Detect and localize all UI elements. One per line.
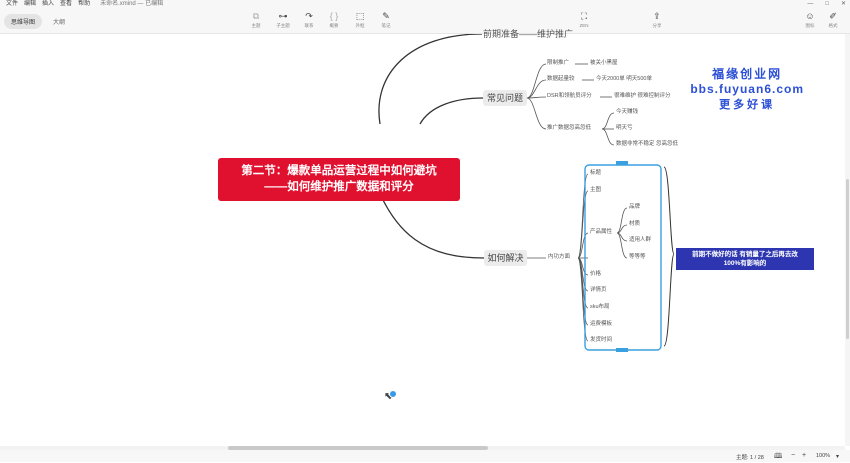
menu-help[interactable]: 帮助 <box>78 0 90 9</box>
summary-button[interactable]: { } 概要 <box>321 11 347 29</box>
toolbar: 思维导图 大纲 ⧉ 主题 ⊶ 子主题 ↷ 联系 { } 概要 ⬚ 外框 ✎ 笔记… <box>0 9 850 34</box>
topic-icon: ⧉ <box>252 11 260 21</box>
zoom-in-icon[interactable]: + <box>802 452 806 459</box>
minimize-icon[interactable]: — <box>807 0 813 9</box>
zoom-out-icon[interactable]: − <box>791 452 795 459</box>
note-button[interactable]: ✎ 笔记 <box>373 11 399 29</box>
issue-dsr-score-detail[interactable]: 很难维护 很难控制评分 <box>614 93 671 100</box>
issue-dsr-score[interactable]: DSR和领航员评分 <box>547 93 592 100</box>
fullscreen-icon: ⛶ <box>580 11 588 21</box>
summary-topic[interactable]: 前期不做好的话 有销量了之后再去改 100%有影响的 <box>676 248 814 270</box>
watermark: 福缘创业网 bbs.fuyuan6.com 更多好课 <box>690 67 804 111</box>
issue-limit-promotion-detail[interactable]: 被关小黑屋 <box>590 60 618 67</box>
close-icon[interactable]: ✕ <box>841 0 846 9</box>
fluctuation-loss-tomorrow[interactable]: 明天亏 <box>616 125 633 132</box>
solve-item-title[interactable]: 标题 <box>590 170 601 177</box>
vertical-scroll-thumb[interactable] <box>846 179 849 339</box>
subtopic-button[interactable]: ⊶ 子主题 <box>270 11 296 29</box>
solve-item-main-image[interactable]: 主图 <box>590 187 601 194</box>
attr-target-group[interactable]: 适用人群 <box>629 237 651 244</box>
cursor-dot <box>389 390 397 398</box>
relation-button[interactable]: ↷ 联系 <box>296 11 322 29</box>
solve-item-attributes[interactable]: 产品属性 <box>590 229 612 236</box>
fluctuation-unstable[interactable]: 数据非常不稳定 忽高忽低 <box>616 141 678 148</box>
solve-item-delivery-time[interactable]: 发货时间 <box>590 337 612 344</box>
window-title: 未命名.xmind — 已编辑 <box>100 1 164 7</box>
maximize-icon[interactable]: □ <box>825 0 829 9</box>
share-button[interactable]: ⇪ 分享 <box>644 11 670 29</box>
root-topic[interactable]: 第二节：爆款单品运营过程中如何避坑 ——如何维护推广数据和评分 <box>218 158 460 201</box>
issue-data-volume[interactable]: 数据起量较 <box>547 76 575 83</box>
relation-icon: ↷ <box>305 11 313 21</box>
menu-view[interactable]: 查看 <box>60 0 72 9</box>
boundary-icon: ⬚ <box>355 11 365 21</box>
brush-icon: ✐ <box>829 11 837 21</box>
solve-internal[interactable]: 内功方面 <box>548 254 570 261</box>
book-icon[interactable]: 🕮 <box>774 452 782 463</box>
statusbar: 主题: 1 / 28 🕮 − + 100% ▾ <box>0 450 850 462</box>
solve-item-detail-page[interactable]: 详情页 <box>590 287 607 294</box>
menu-insert[interactable]: 插入 <box>42 0 54 9</box>
fluctuation-profit-today[interactable]: 今天赚钱 <box>616 109 638 116</box>
attr-material[interactable]: 材质 <box>629 221 640 228</box>
zoom-level[interactable]: 100% <box>816 453 830 459</box>
subtopic-icon: ⊶ <box>278 11 288 21</box>
share-icon: ⇪ <box>653 11 661 21</box>
issue-limit-promotion[interactable]: 限制推广 <box>547 60 569 67</box>
branch-common-issues[interactable]: 常见问题 <box>483 90 527 106</box>
issue-data-volume-detail[interactable]: 今天2000单 明天500单 <box>596 76 652 83</box>
solve-item-shipping-template[interactable]: 运费模板 <box>590 321 612 328</box>
tab-outline[interactable]: 大纲 <box>46 14 72 29</box>
vertical-scrollbar[interactable] <box>845 34 850 446</box>
note-icon: ✎ <box>382 11 390 21</box>
zen-button[interactable]: ⛶ ZEN <box>571 11 597 29</box>
topic-count: 主题: 1 / 28 <box>736 455 764 461</box>
menu-edit[interactable]: 编辑 <box>24 0 36 9</box>
attr-etc[interactable]: 等等等 <box>629 254 646 261</box>
branch-prep[interactable]: 前期准备——维护推广 <box>482 26 574 42</box>
summary-icon: { } <box>329 11 339 21</box>
menu-file[interactable]: 文件 <box>6 0 18 9</box>
menubar: 文件 编辑 插入 查看 帮助 未命名.xmind — 已编辑 — □ ✕ <box>0 0 850 9</box>
mindmap-canvas[interactable]: 第二节：爆款单品运营过程中如何避坑 ——如何维护推广数据和评分 前期准备——维护… <box>0 29 850 450</box>
boundary-button[interactable]: ⬚ 外框 <box>347 11 373 29</box>
issue-data-fluctuation[interactable]: 推广数据忽高忽低 <box>547 125 591 132</box>
topic-button[interactable]: ⧉ 主题 <box>243 11 269 29</box>
tab-mindmap[interactable]: 思维导图 <box>4 14 43 29</box>
chevron-down-icon[interactable]: ▾ <box>836 453 839 460</box>
view-tabs: 思维导图 大纲 <box>4 14 72 29</box>
window-controls: — □ ✕ <box>807 0 846 9</box>
format-button[interactable]: ✐ 格式 <box>820 11 846 29</box>
attr-brand[interactable]: 品牌 <box>629 204 640 211</box>
solve-item-price[interactable]: 价格 <box>590 271 601 278</box>
branch-how-to-solve[interactable]: 如何解决 <box>484 250 527 266</box>
solve-item-sku[interactable]: sku布局 <box>590 304 610 311</box>
